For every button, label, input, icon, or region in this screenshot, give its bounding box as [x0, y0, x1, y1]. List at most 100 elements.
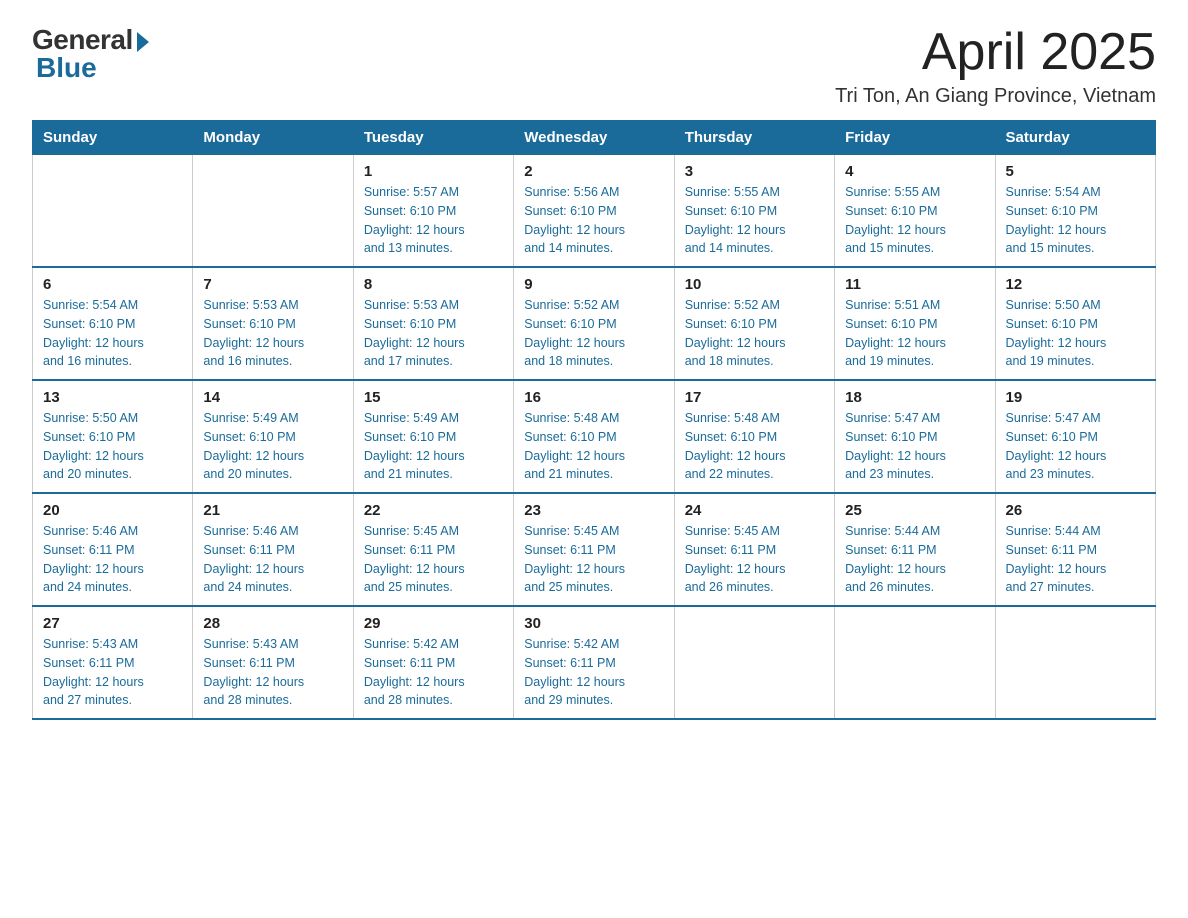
calendar-header: SundayMondayTuesdayWednesdayThursdayFrid…: [33, 121, 1156, 155]
calendar-cell: 17 Sunrise: 5:48 AM Sunset: 6:10 PM Dayli…: [674, 380, 834, 493]
calendar-cell: [193, 155, 353, 268]
day-info: Sunrise: 5:48 AM Sunset: 6:10 PM Dayligh…: [685, 409, 824, 484]
calendar-week-row: 27 Sunrise: 5:43 AM Sunset: 6:11 PM Dayli…: [33, 606, 1156, 719]
day-number: 11: [845, 276, 984, 293]
day-number: 5: [1006, 163, 1145, 180]
page-subtitle: Tri Ton, An Giang Province, Vietnam: [835, 85, 1156, 108]
day-number: 26: [1006, 502, 1145, 519]
day-info: Sunrise: 5:49 AM Sunset: 6:10 PM Dayligh…: [364, 409, 503, 484]
calendar-table: SundayMondayTuesdayWednesdayThursdayFrid…: [32, 120, 1156, 720]
day-info: Sunrise: 5:49 AM Sunset: 6:10 PM Dayligh…: [203, 409, 342, 484]
calendar-cell: 1 Sunrise: 5:57 AM Sunset: 6:10 PM Daylig…: [353, 155, 513, 268]
title-section: April 2025 Tri Ton, An Giang Province, V…: [835, 24, 1156, 108]
day-info: Sunrise: 5:47 AM Sunset: 6:10 PM Dayligh…: [845, 409, 984, 484]
calendar-header-cell: Thursday: [674, 121, 834, 155]
calendar-cell: 27 Sunrise: 5:43 AM Sunset: 6:11 PM Dayli…: [33, 606, 193, 719]
calendar-cell: 20 Sunrise: 5:46 AM Sunset: 6:11 PM Dayli…: [33, 493, 193, 606]
day-info: Sunrise: 5:42 AM Sunset: 6:11 PM Dayligh…: [364, 635, 503, 710]
calendar-cell: 19Sunrise: 5:47 AM Sunset: 6:10 PM Dayli…: [995, 380, 1155, 493]
logo-blue-text: Blue: [32, 52, 97, 84]
day-info: Sunrise: 5:56 AM Sunset: 6:10 PM Dayligh…: [524, 183, 663, 258]
day-info: Sunrise: 5:45 AM Sunset: 6:11 PM Dayligh…: [524, 522, 663, 597]
calendar-header-cell: Sunday: [33, 121, 193, 155]
day-number: 24: [685, 502, 824, 519]
day-info: Sunrise: 5:46 AM Sunset: 6:11 PM Dayligh…: [43, 522, 182, 597]
calendar-body: 1 Sunrise: 5:57 AM Sunset: 6:10 PM Daylig…: [33, 155, 1156, 720]
day-info: Sunrise: 5:54 AM Sunset: 6:10 PM Dayligh…: [43, 296, 182, 371]
calendar-cell: [835, 606, 995, 719]
calendar-cell: 4 Sunrise: 5:55 AM Sunset: 6:10 PM Daylig…: [835, 155, 995, 268]
day-number: 21: [203, 502, 342, 519]
calendar-cell: [995, 606, 1155, 719]
calendar-cell: 2 Sunrise: 5:56 AM Sunset: 6:10 PM Daylig…: [514, 155, 674, 268]
calendar-cell: 15Sunrise: 5:49 AM Sunset: 6:10 PM Dayli…: [353, 380, 513, 493]
day-info: Sunrise: 5:50 AM Sunset: 6:10 PM Dayligh…: [43, 409, 182, 484]
calendar-header-cell: Tuesday: [353, 121, 513, 155]
calendar-cell: 21Sunrise: 5:46 AM Sunset: 6:11 PM Dayli…: [193, 493, 353, 606]
day-info: Sunrise: 5:53 AM Sunset: 6:10 PM Dayligh…: [364, 296, 503, 371]
calendar-header-cell: Friday: [835, 121, 995, 155]
day-info: Sunrise: 5:51 AM Sunset: 6:10 PM Dayligh…: [845, 296, 984, 371]
day-number: 7: [203, 276, 342, 293]
day-number: 14: [203, 389, 342, 406]
calendar-week-row: 13 Sunrise: 5:50 AM Sunset: 6:10 PM Dayli…: [33, 380, 1156, 493]
calendar-cell: 14 Sunrise: 5:49 AM Sunset: 6:10 PM Dayli…: [193, 380, 353, 493]
day-number: 27: [43, 615, 182, 632]
day-info: Sunrise: 5:55 AM Sunset: 6:10 PM Dayligh…: [845, 183, 984, 258]
day-info: Sunrise: 5:53 AM Sunset: 6:10 PM Dayligh…: [203, 296, 342, 371]
calendar-cell: 7 Sunrise: 5:53 AM Sunset: 6:10 PM Daylig…: [193, 267, 353, 380]
calendar-cell: 28 Sunrise: 5:43 AM Sunset: 6:11 PM Dayli…: [193, 606, 353, 719]
calendar-cell: 24 Sunrise: 5:45 AM Sunset: 6:11 PM Dayli…: [674, 493, 834, 606]
calendar-cell: 9Sunrise: 5:52 AM Sunset: 6:10 PM Daylig…: [514, 267, 674, 380]
calendar-week-row: 20 Sunrise: 5:46 AM Sunset: 6:11 PM Dayli…: [33, 493, 1156, 606]
calendar-cell: 29 Sunrise: 5:42 AM Sunset: 6:11 PM Dayli…: [353, 606, 513, 719]
calendar-cell: 23 Sunrise: 5:45 AM Sunset: 6:11 PM Dayli…: [514, 493, 674, 606]
calendar-cell: 8Sunrise: 5:53 AM Sunset: 6:10 PM Daylig…: [353, 267, 513, 380]
day-info: Sunrise: 5:57 AM Sunset: 6:10 PM Dayligh…: [364, 183, 503, 258]
calendar-cell: 3Sunrise: 5:55 AM Sunset: 6:10 PM Daylig…: [674, 155, 834, 268]
day-info: Sunrise: 5:52 AM Sunset: 6:10 PM Dayligh…: [524, 296, 663, 371]
day-number: 20: [43, 502, 182, 519]
day-number: 25: [845, 502, 984, 519]
logo-arrow-icon: [137, 32, 149, 52]
calendar-cell: [674, 606, 834, 719]
day-number: 28: [203, 615, 342, 632]
day-number: 6: [43, 276, 182, 293]
page-title: April 2025: [835, 24, 1156, 81]
day-info: Sunrise: 5:44 AM Sunset: 6:11 PM Dayligh…: [845, 522, 984, 597]
day-info: Sunrise: 5:44 AM Sunset: 6:11 PM Dayligh…: [1006, 522, 1145, 597]
calendar-header-cell: Monday: [193, 121, 353, 155]
day-number: 17: [685, 389, 824, 406]
day-info: Sunrise: 5:42 AM Sunset: 6:11 PM Dayligh…: [524, 635, 663, 710]
calendar-cell: 5Sunrise: 5:54 AM Sunset: 6:10 PM Daylig…: [995, 155, 1155, 268]
day-number: 30: [524, 615, 663, 632]
day-number: 13: [43, 389, 182, 406]
logo: General Blue: [32, 24, 149, 84]
calendar-cell: 16Sunrise: 5:48 AM Sunset: 6:10 PM Dayli…: [514, 380, 674, 493]
day-info: Sunrise: 5:45 AM Sunset: 6:11 PM Dayligh…: [685, 522, 824, 597]
calendar-cell: 13 Sunrise: 5:50 AM Sunset: 6:10 PM Dayli…: [33, 380, 193, 493]
day-number: 4: [845, 163, 984, 180]
day-info: Sunrise: 5:43 AM Sunset: 6:11 PM Dayligh…: [203, 635, 342, 710]
day-number: 1: [364, 163, 503, 180]
calendar-header-cell: Wednesday: [514, 121, 674, 155]
day-info: Sunrise: 5:55 AM Sunset: 6:10 PM Dayligh…: [685, 183, 824, 258]
day-info: Sunrise: 5:43 AM Sunset: 6:11 PM Dayligh…: [43, 635, 182, 710]
day-number: 29: [364, 615, 503, 632]
calendar-cell: 10Sunrise: 5:52 AM Sunset: 6:10 PM Dayli…: [674, 267, 834, 380]
calendar-cell: 18Sunrise: 5:47 AM Sunset: 6:10 PM Dayli…: [835, 380, 995, 493]
day-number: 22: [364, 502, 503, 519]
day-number: 2: [524, 163, 663, 180]
day-info: Sunrise: 5:52 AM Sunset: 6:10 PM Dayligh…: [685, 296, 824, 371]
calendar-cell: 6 Sunrise: 5:54 AM Sunset: 6:10 PM Daylig…: [33, 267, 193, 380]
calendar-cell: 22Sunrise: 5:45 AM Sunset: 6:11 PM Dayli…: [353, 493, 513, 606]
calendar-week-row: 1 Sunrise: 5:57 AM Sunset: 6:10 PM Daylig…: [33, 155, 1156, 268]
header-row: SundayMondayTuesdayWednesdayThursdayFrid…: [33, 121, 1156, 155]
calendar-cell: 11 Sunrise: 5:51 AM Sunset: 6:10 PM Dayli…: [835, 267, 995, 380]
calendar-cell: 25 Sunrise: 5:44 AM Sunset: 6:11 PM Dayli…: [835, 493, 995, 606]
day-number: 23: [524, 502, 663, 519]
day-number: 19: [1006, 389, 1145, 406]
day-number: 12: [1006, 276, 1145, 293]
calendar-cell: 12Sunrise: 5:50 AM Sunset: 6:10 PM Dayli…: [995, 267, 1155, 380]
day-info: Sunrise: 5:48 AM Sunset: 6:10 PM Dayligh…: [524, 409, 663, 484]
